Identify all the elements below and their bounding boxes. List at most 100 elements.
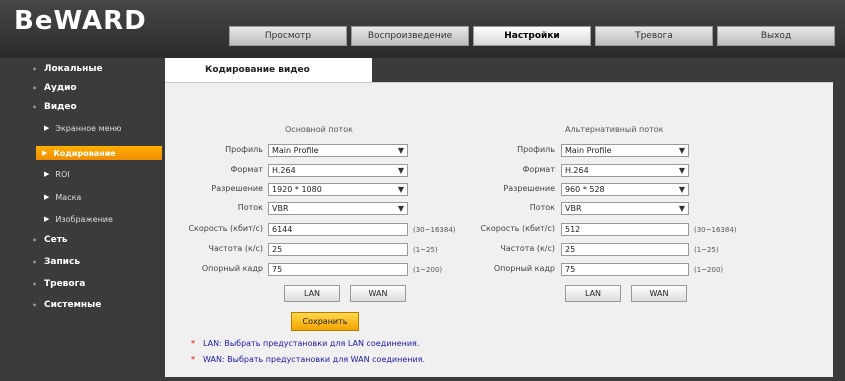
alt-resolution-label: Разрешение	[503, 184, 555, 193]
chevron-down-icon: ▼	[397, 204, 404, 213]
alt-fps-input[interactable]: 25	[561, 243, 689, 256]
nav-exit[interactable]: Выход	[717, 26, 835, 46]
sidebar-item-local[interactable]: • Локальные	[32, 62, 103, 76]
nav-view[interactable]: Просмотр	[229, 26, 347, 46]
main-profile-select[interactable]: Main Profile ▼	[268, 144, 408, 157]
chevron-down-icon: ▼	[678, 146, 685, 155]
lan-note-text: LAN: Выбрать предустановки для LAN соеди…	[203, 339, 420, 348]
triangle-right-icon: ▶	[42, 149, 48, 157]
main-format-value: H.264	[272, 166, 296, 175]
main-resolution-select[interactable]: 1920 * 1080 ▼	[268, 183, 408, 196]
sidebar-item-label: Сеть	[44, 235, 68, 245]
encoding-panel: Основной поток Профиль Main Profile ▼ Фо…	[165, 82, 833, 377]
chevron-down-icon: ▼	[397, 166, 404, 175]
main-bitrate-mode-label: Поток	[237, 203, 263, 212]
sidebar-item-video[interactable]: • Видео	[32, 100, 77, 114]
alt-bitrate-mode-select[interactable]: VBR ▼	[561, 202, 689, 215]
sidebar-item-alarm[interactable]: • Тревога	[32, 277, 85, 291]
asterisk-icon: *	[191, 339, 195, 348]
alt-format-select[interactable]: H.264 ▼	[561, 164, 689, 177]
bullet-icon: •	[32, 235, 38, 245]
nav-settings[interactable]: Настройки	[473, 26, 591, 46]
alt-bitrate-mode-value: VBR	[565, 204, 582, 213]
tab-video-encoding[interactable]: Кодирование видео	[165, 58, 372, 82]
main-resolution-value: 1920 * 1080	[272, 185, 322, 194]
alt-wan-button[interactable]: WAN	[631, 285, 687, 302]
chevron-down-icon: ▼	[397, 146, 404, 155]
alt-gop-label: Опорный кадр	[493, 264, 555, 273]
sidebar-item-label: Системные	[44, 300, 102, 310]
beward-logo: BeWARD	[14, 6, 147, 36]
alt-gop-input[interactable]: 75	[561, 263, 689, 276]
alt-fps-range: (1~25)	[694, 246, 719, 254]
alt-resolution-select[interactable]: 960 * 528 ▼	[561, 183, 689, 196]
alt-profile-value: Main Profile	[565, 146, 612, 155]
main-gop-range: (1~200)	[413, 266, 443, 274]
sidebar-sub-label: Маска	[55, 192, 82, 202]
bullet-icon: •	[32, 279, 38, 289]
sidebar-sub-osd[interactable]: ▶ Экранное меню	[44, 121, 122, 135]
alt-resolution-value: 960 * 528	[565, 185, 605, 194]
sidebar-item-record[interactable]: • Запись	[32, 255, 80, 269]
bullet-icon: •	[32, 257, 38, 267]
wan-note-text: WAN: Выбрать предустановки для WAN соеди…	[203, 355, 426, 364]
sidebar: • Локальные • Аудио • Видео ▶ Экранное м…	[24, 58, 164, 381]
sidebar-sub-mask[interactable]: ▶ Маска	[44, 190, 81, 204]
main-gop-label: Опорный кадр	[201, 264, 263, 273]
main-fps-input[interactable]: 25	[268, 243, 408, 256]
sidebar-sub-image[interactable]: ▶ Изображение	[44, 212, 113, 226]
bullet-icon: •	[32, 300, 38, 310]
sidebar-item-audio[interactable]: • Аудио	[32, 81, 77, 95]
main-fps-range: (1~25)	[413, 246, 438, 254]
sidebar-item-label: Видео	[44, 102, 77, 112]
header: BeWARD Просмотр Воспроизведение Настройк…	[0, 0, 845, 58]
alt-bitrate-mode-label: Поток	[529, 203, 555, 212]
bullet-icon: •	[32, 102, 38, 112]
main-format-label: Формат	[230, 165, 263, 174]
main-resolution-label: Разрешение	[211, 184, 263, 193]
main-bitrate-range: (30~16384)	[413, 226, 456, 234]
main-profile-value: Main Profile	[272, 146, 319, 155]
nav-alarm[interactable]: Тревога	[595, 26, 713, 46]
wan-note: * WAN: Выбрать предустановки для WAN сое…	[191, 355, 425, 364]
alt-profile-select[interactable]: Main Profile ▼	[561, 144, 689, 157]
main-lan-button[interactable]: LAN	[284, 285, 340, 302]
top-navigation: Просмотр Воспроизведение Настройки Трево…	[229, 26, 835, 46]
sidebar-sub-label: Экранное меню	[55, 123, 122, 133]
chevron-down-icon: ▼	[678, 166, 685, 175]
sidebar-item-system[interactable]: • Системные	[32, 298, 101, 312]
sidebar-item-label: Аудио	[44, 83, 77, 93]
alt-stream-title: Альтернативный поток	[565, 125, 664, 134]
main-bitrate-mode-select[interactable]: VBR ▼	[268, 202, 408, 215]
alt-bitrate-input[interactable]: 512	[561, 223, 689, 236]
chevron-down-icon: ▼	[678, 185, 685, 194]
chevron-down-icon: ▼	[397, 185, 404, 194]
nav-playback[interactable]: Воспроизведение	[351, 26, 469, 46]
sidebar-item-label: Локальные	[44, 64, 103, 74]
main-wan-button[interactable]: WAN	[350, 285, 406, 302]
alt-format-value: H.264	[565, 166, 589, 175]
sidebar-sub-label: ROI	[55, 169, 70, 179]
main-bitrate-mode-value: VBR	[272, 204, 289, 213]
main-gop-input[interactable]: 75	[268, 263, 408, 276]
asterisk-icon: *	[191, 355, 195, 364]
triangle-right-icon: ▶	[44, 215, 50, 223]
alt-gop-range: (1~200)	[694, 266, 724, 274]
main-bitrate-input[interactable]: 6144	[268, 223, 408, 236]
triangle-right-icon: ▶	[44, 124, 50, 132]
sidebar-item-network[interactable]: • Сеть	[32, 233, 68, 247]
sidebar-item-label: Запись	[44, 257, 81, 267]
save-button[interactable]: Сохранить	[291, 312, 359, 331]
alt-lan-button[interactable]: LAN	[565, 285, 621, 302]
main-profile-label: Профиль	[225, 145, 263, 154]
sidebar-sub-roi[interactable]: ▶ ROI	[44, 167, 70, 181]
main-format-select[interactable]: H.264 ▼	[268, 164, 408, 177]
alt-bitrate-label: Скорость (кбит/с)	[480, 224, 555, 233]
alt-bitrate-range: (30~16384)	[694, 226, 737, 234]
chevron-down-icon: ▼	[678, 204, 685, 213]
bullet-icon: •	[32, 64, 38, 74]
sidebar-sub-encoding[interactable]: ▶ Кодирование	[36, 146, 162, 160]
main-bitrate-label: Скорость (кбит/с)	[188, 224, 263, 233]
alt-profile-label: Профиль	[517, 145, 555, 154]
sidebar-sub-label: Кодирование	[53, 148, 116, 158]
